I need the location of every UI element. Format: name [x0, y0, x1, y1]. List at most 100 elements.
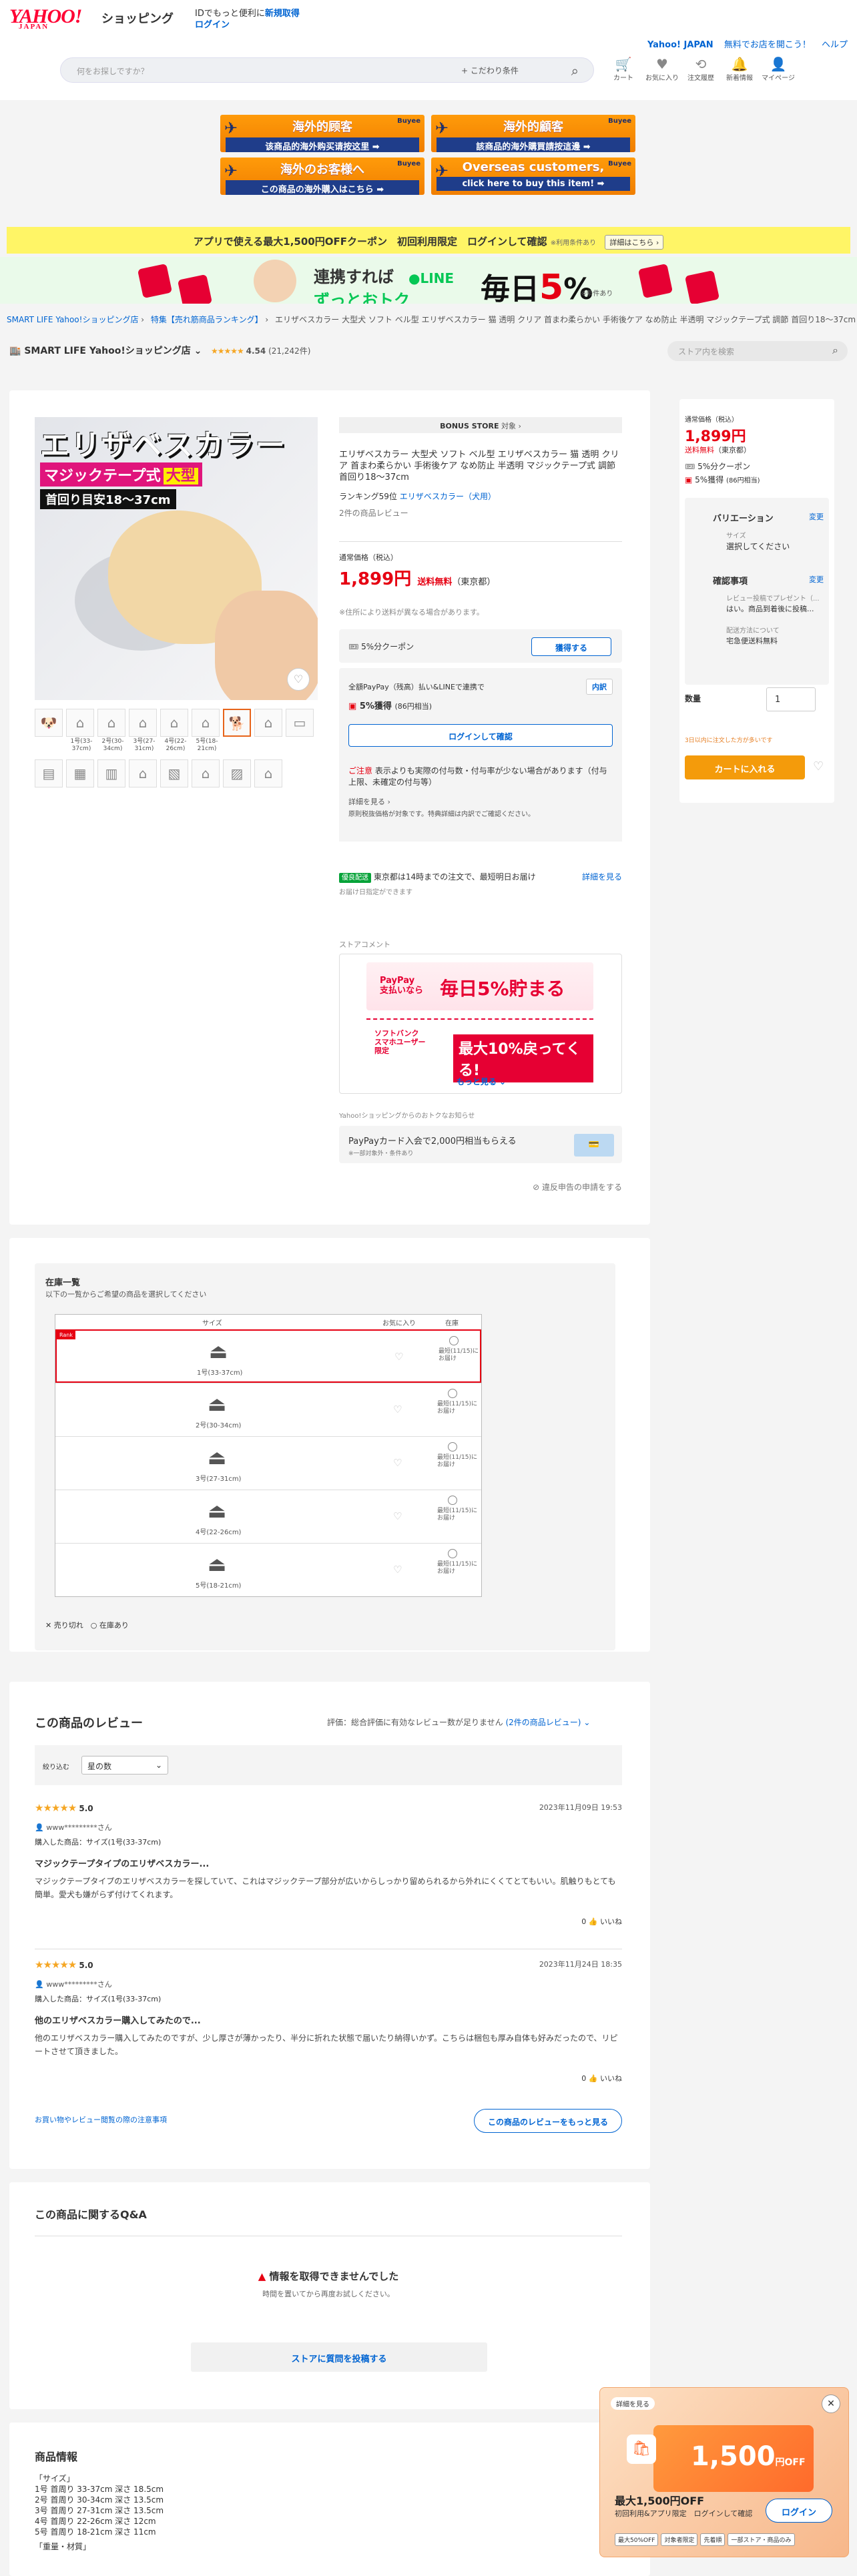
breadcrumb-store[interactable]: SMART LIFE Yahoo!ショッピング店	[7, 315, 138, 324]
star-filter-select[interactable]: 星の数 ⌄	[81, 1756, 168, 1775]
stock-row-size-4[interactable]: ⏏ 4号(22-26cm) ♡ 最短(11/15)にお届け	[55, 1490, 481, 1543]
review-count-link[interactable]: 2件の商品レビュー	[339, 507, 408, 519]
show-more-link[interactable]: もっと見る ⌄	[340, 1076, 623, 1087]
thumbnail[interactable]: 🐶	[35, 709, 63, 737]
favorite-heart-icon[interactable]: ♡	[393, 1564, 402, 1576]
delivery-more-link[interactable]: 詳細を見る	[582, 871, 622, 882]
coupon-popup[interactable]: 詳細を見る ✕ 1,500円OFF 🛍 最大1,500円OFF 初回利用&アプリ…	[599, 2387, 849, 2557]
thumbnail[interactable]: ⌂	[192, 709, 220, 737]
review-notes-link[interactable]: お買い物やレビュー閲覧の際の注意事項	[35, 2114, 167, 2125]
stock-row-size-2[interactable]: ⏏ 2号(30-34cm) ♡ 最短(11/15)にお届け	[55, 1383, 481, 1436]
history-icon: ⟲	[695, 56, 707, 72]
helpful-button[interactable]: 0 👍 いいね	[35, 2073, 622, 2083]
quantity-input[interactable]: 1	[766, 687, 816, 711]
product-main-image[interactable]: エリザベスカラー マジックテープ式 大型 首回り目安18〜37cm ♡	[35, 417, 318, 700]
buyee-banner-zh-tw[interactable]: ✈ Buyee 海外的顧客 該商品的海外購買請按這邊 ➡	[431, 115, 635, 152]
filter-condition-button[interactable]: + こだわり条件	[461, 65, 519, 76]
search-icon[interactable]: ⌕	[571, 63, 579, 79]
close-icon[interactable]: ✕	[822, 2394, 840, 2413]
stock-radio[interactable]	[448, 1496, 457, 1505]
bonus-store-badge[interactable]: BONUS STORE 対象 ›	[339, 417, 622, 433]
signup-link[interactable]: 新規取得	[265, 9, 300, 19]
buyee-banner-en[interactable]: ✈ Buyee Overseas customers, click here to b…	[431, 157, 635, 195]
search-icon[interactable]: ⌕	[832, 344, 838, 357]
stock-radio[interactable]	[449, 1336, 459, 1345]
favorite-heart-icon[interactable]: ♡	[393, 1510, 402, 1522]
thumbnail[interactable]: ⌂	[129, 709, 157, 737]
app-coupon-banner[interactable]: アプリで使える最大1,500円OFFクーポン 初回利用限定 ログインして確認 ※…	[7, 227, 850, 254]
popup-detail-link[interactable]: 詳細を見る	[611, 2397, 655, 2410]
store-search-input[interactable]: ストア内を検索 ⌕	[667, 341, 848, 361]
ranking-category-link[interactable]: エリザベスカラー（犬用）	[400, 492, 496, 501]
get-coupon-button[interactable]: 獲得する	[531, 637, 611, 656]
favorite-heart-icon[interactable]: ♡	[394, 1351, 403, 1363]
thumbnail[interactable]: ⌂	[160, 709, 188, 737]
line-link-banner[interactable]: 連携すれば ずっとおトク ●LINE 毎日5% ※条件あり	[0, 257, 857, 304]
stock-radio[interactable]	[448, 1549, 457, 1558]
breadcrumb-feature[interactable]: 特集【売れ筋商品ランキング】	[151, 315, 263, 324]
yahoo-japan-link[interactable]: Yahoo! JAPAN	[647, 40, 713, 50]
variation-change-link[interactable]: 変更	[809, 511, 824, 522]
yahoo-logo[interactable]: YAHOO! JAPAN	[9, 5, 82, 31]
shopping-title[interactable]: ショッピング	[101, 9, 174, 27]
coupon-graphic: 1,500円OFF	[653, 2425, 814, 2492]
buyee-banner-zh-cn[interactable]: ✈ Buyee 海外的顾客 该商品的海外购买请按这里 ➡	[220, 115, 424, 152]
thumbnail[interactable]: ▤	[35, 759, 63, 787]
confirm-change-link[interactable]: 変更	[809, 574, 824, 585]
review-count-link[interactable]: (2件の商品レビュー)	[505, 1718, 581, 1727]
thumbnail[interactable]: ⌂	[254, 759, 282, 787]
stock-row-size-5[interactable]: ⏏ 5号(18-21cm) ♡ 最短(11/15)にお届け	[55, 1543, 481, 1596]
user-icon: 👤	[35, 1980, 44, 1989]
report-violation-link[interactable]: ⊘ 違反申告の申請をする	[533, 1181, 622, 1193]
softbank-promo[interactable]: ソフトバンク スマホユーザー 限定 最大10%戻ってくる!	[366, 1018, 593, 1082]
thumbnail[interactable]: ▨	[223, 759, 251, 787]
stock-radio[interactable]	[448, 1389, 457, 1398]
user-icon: 👤	[35, 1823, 44, 1832]
login-link[interactable]: ログイン	[195, 20, 230, 30]
breakdown-button[interactable]: 内訳	[586, 679, 613, 695]
helpful-button[interactable]: 0 👍 いいね	[35, 1916, 622, 1927]
favorite-heart-icon[interactable]: ♡	[393, 1403, 402, 1415]
thumbnail[interactable]: ⌂	[66, 709, 94, 737]
thumbnail[interactable]: ▥	[97, 759, 125, 787]
store-rating[interactable]: ★★★★★ 4.54 (21,242件)	[211, 345, 310, 356]
nav-notifications[interactable]: 🔔 新着情報	[720, 56, 760, 82]
nav-cart[interactable]: 🛒 カート	[603, 56, 643, 82]
caution-more-link[interactable]: 詳細を見る ›	[348, 796, 390, 807]
login-confirm-button[interactable]: ログインして確認	[348, 724, 613, 747]
buyee-banner-ja[interactable]: ✈ Buyee 海外のお客様へ この商品の海外購入はこちら ➡	[220, 157, 424, 195]
thumbnail[interactable]: ⌂	[254, 709, 282, 737]
store-name-menu[interactable]: 🏬 SMART LIFE Yahoo!ショッピング店 ⌄	[9, 344, 202, 357]
airplane-icon: ✈	[224, 119, 238, 137]
thumbnail[interactable]: ▭	[286, 709, 314, 737]
nav-orders[interactable]: ⟲ 注文履歴	[681, 56, 721, 82]
nav-favorites[interactable]: ♥ お気に入り	[642, 56, 682, 82]
thumbnail[interactable]: ⌂	[97, 709, 125, 737]
paypay-card-ad[interactable]: PayPayカード入会で2,000円相当もらえる ※一部対象外・条件あり 💳	[339, 1126, 622, 1163]
search-input[interactable]: 何をお探しですか？	[77, 65, 149, 77]
help-link[interactable]: ヘルプ	[822, 40, 848, 50]
collar-icon: ⏏	[208, 1393, 227, 1416]
thumbnail-selected[interactable]: 🐕	[223, 709, 251, 737]
app-banner-detail-button[interactable]: 詳細はこちら ›	[605, 235, 664, 250]
stock-list: 在庫一覧 以下の一覧からご希望の商品を選択してください サイズ お気に入り 在庫…	[35, 1263, 615, 1650]
stock-radio[interactable]	[448, 1442, 457, 1452]
more-reviews-button[interactable]: この商品のレビューをもっと見る	[474, 2109, 622, 2133]
favorite-heart-icon[interactable]: ♡	[813, 759, 824, 773]
thumbnail[interactable]: ▦	[66, 759, 94, 787]
thumbnail[interactable]: ▧	[160, 759, 188, 787]
stock-row-size-3[interactable]: ⏏ 3号(27-31cm) ♡ 最短(11/15)にお届け	[55, 1436, 481, 1490]
favorite-heart-icon[interactable]: ♡	[393, 1457, 402, 1469]
popup-login-button[interactable]: ログイン	[766, 2499, 832, 2523]
thumbnail[interactable]: ⌂	[192, 759, 220, 787]
stock-row-size-1[interactable]: Rank ⏏ 1号(33-37cm) ♡ 最短(11/15)にお届け	[55, 1329, 481, 1383]
nav-mypage[interactable]: 👤 マイページ	[758, 56, 798, 82]
paypay-promo[interactable]: PayPay 支払いなら 毎日5%貯まる	[366, 962, 593, 1010]
open-store-link[interactable]: 無料でお店を開こう！	[724, 40, 811, 50]
add-to-cart-button[interactable]: カートに入れる	[685, 755, 805, 779]
search-bar[interactable]: 何をお探しですか？ + こだわり条件 ⌕	[60, 57, 594, 83]
thumbnail[interactable]: ⌂	[129, 759, 157, 787]
favorite-heart-icon[interactable]: ♡	[287, 668, 310, 691]
size-select[interactable]: 選択してください	[726, 541, 790, 552]
ask-store-button[interactable]: ストアに質問を投稿する	[191, 2342, 487, 2372]
